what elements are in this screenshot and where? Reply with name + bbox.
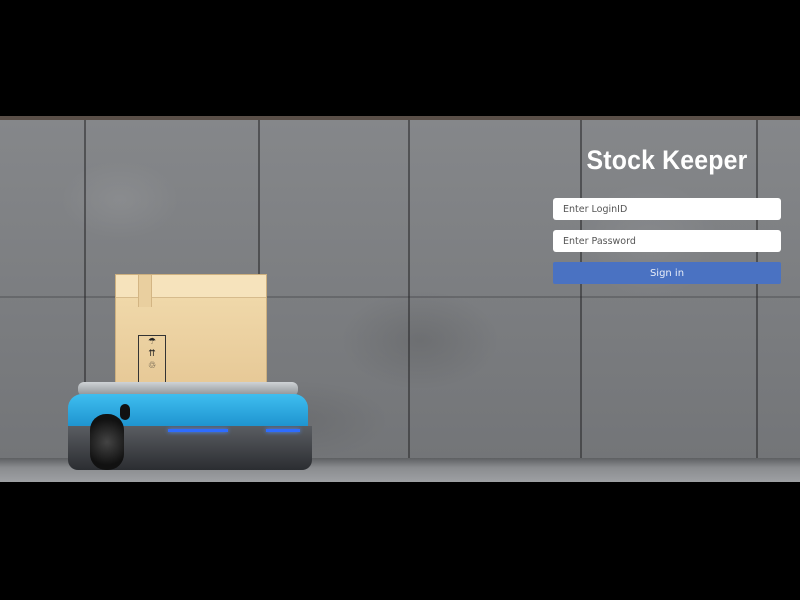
wall-seam [408, 120, 410, 458]
app-title: Stock Keeper [586, 145, 748, 175]
robot-led [266, 429, 300, 432]
sign-in-button[interactable]: Sign in [553, 262, 781, 284]
robot-sensor [120, 404, 130, 420]
robot-wheel [90, 414, 124, 470]
cardboard-box: ☂ ⇈ ♲ [115, 274, 267, 390]
warehouse-robot-illustration: ☂ ⇈ ♲ [68, 274, 312, 474]
top-letterbox [0, 0, 800, 116]
password-input[interactable] [553, 230, 781, 252]
bottom-letterbox [0, 482, 800, 600]
box-handling-icons: ☂ ⇈ ♲ [138, 335, 166, 387]
robot-led [168, 429, 228, 432]
loginid-input[interactable] [553, 198, 781, 220]
